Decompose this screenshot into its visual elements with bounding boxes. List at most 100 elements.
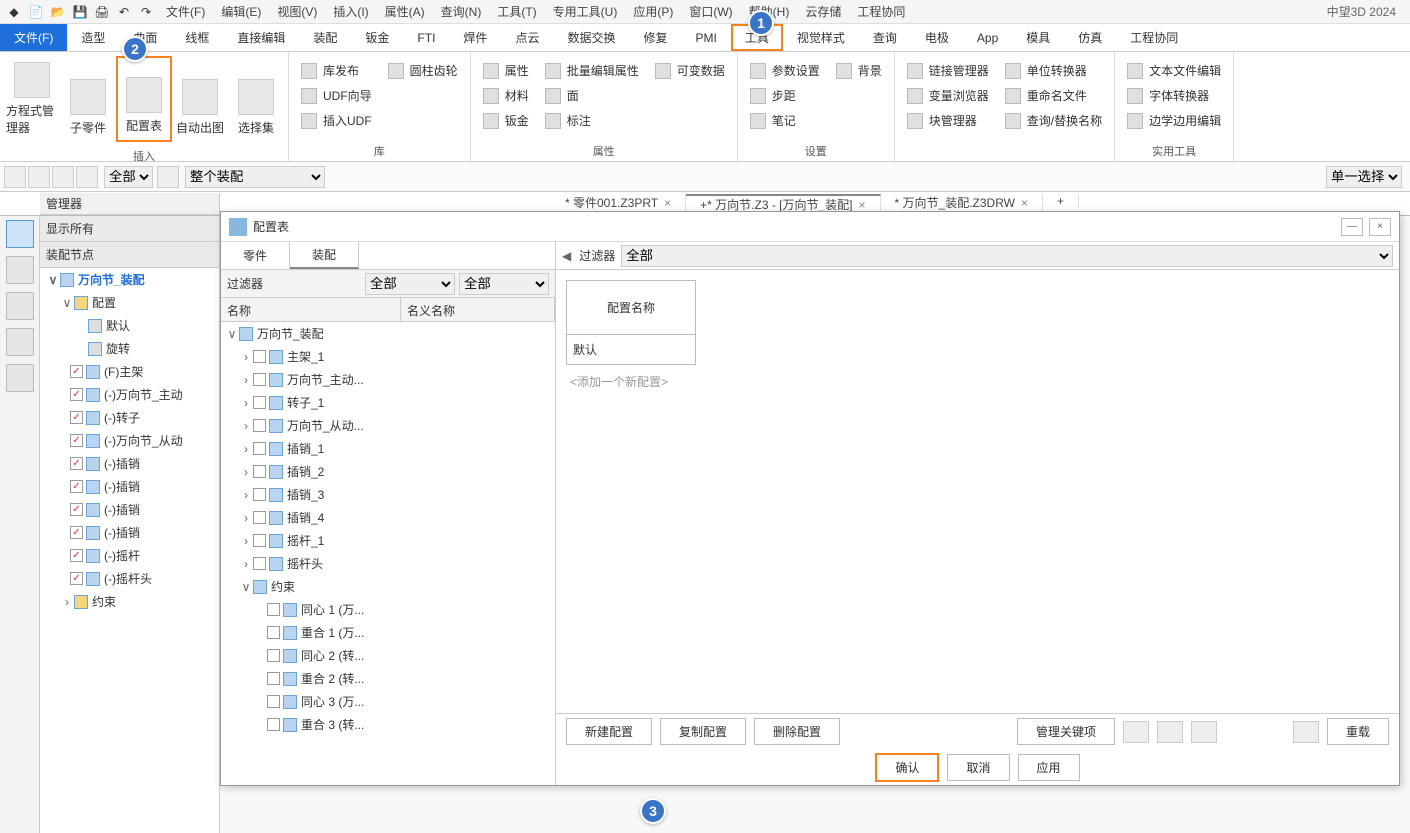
btn-param-set[interactable]: 参数设置 <box>748 58 822 83</box>
cfg-add-hint[interactable]: <添加一个新配置> <box>566 365 1389 398</box>
checkbox[interactable] <box>253 396 266 409</box>
tree-part[interactable]: ✓(-)摇杆头 <box>40 567 219 590</box>
btn-list-icon[interactable] <box>1157 721 1183 743</box>
btn-gear[interactable]: 圆柱齿轮 <box>386 58 460 83</box>
checkbox[interactable]: ✓ <box>70 365 83 378</box>
tree-config[interactable]: ∨配置 <box>40 291 219 314</box>
dlg-row[interactable]: 同心 1 (万... <box>221 598 555 621</box>
btn-subpart[interactable]: 子零件 <box>60 56 116 142</box>
checkbox[interactable] <box>267 626 280 639</box>
btn-apply[interactable]: 应用 <box>1018 754 1080 781</box>
checkbox[interactable] <box>267 603 280 616</box>
menu-query[interactable]: 查询(N) <box>433 3 490 20</box>
rtab-query[interactable]: 查询 <box>859 24 911 51</box>
tb-cursor-icon[interactable] <box>4 166 26 188</box>
tree-part[interactable]: ✓(-)万向节_从动 <box>40 429 219 452</box>
doc-tab-2[interactable]: * 万向节_装配.Z3DRW× <box>881 194 1043 211</box>
tree-part[interactable]: ✓(-)插销 <box>40 498 219 521</box>
menu-insert[interactable]: 插入(I) <box>325 3 376 20</box>
print-icon[interactable]: 🖨 <box>92 2 112 22</box>
checkbox[interactable] <box>267 695 280 708</box>
btn-face[interactable]: 面 <box>543 83 641 108</box>
tb-cube-icon[interactable] <box>157 166 179 188</box>
rtab-file[interactable]: 文件(F) <box>0 24 67 51</box>
btn-ok[interactable]: 确认 <box>875 753 939 782</box>
tree-cfg-rotate[interactable]: 旋转 <box>40 337 219 360</box>
redo-icon[interactable]: ↷ <box>136 2 156 22</box>
rtab-repair[interactable]: 修复 <box>629 24 681 51</box>
tree-part[interactable]: ✓(-)转子 <box>40 406 219 429</box>
btn-bg[interactable]: 背景 <box>834 58 884 83</box>
btn-delete-config[interactable]: 删除配置 <box>754 718 840 745</box>
rtab-electrode[interactable]: 电极 <box>911 24 963 51</box>
filter-sel2[interactable]: 全部 <box>459 273 549 295</box>
tree-cfg-default[interactable]: 默认 <box>40 314 219 337</box>
rtab-pointcloud[interactable]: 点云 <box>501 24 553 51</box>
checkbox[interactable]: ✓ <box>70 549 83 562</box>
subtab-assembly[interactable]: 装配 <box>290 242 359 269</box>
btn-annotate[interactable]: 标注 <box>543 108 641 133</box>
dlg-row[interactable]: ›插销_4 <box>221 506 555 529</box>
btn-unitconv[interactable]: 单位转换器 <box>1003 58 1104 83</box>
btn-manage-keys[interactable]: 管理关键项 <box>1017 718 1115 745</box>
checkbox[interactable]: ✓ <box>70 480 83 493</box>
checkbox[interactable] <box>253 557 266 570</box>
btn-config-table[interactable]: 配置表 <box>116 56 172 142</box>
checkbox[interactable] <box>253 350 266 363</box>
close-icon[interactable]: × <box>1021 196 1028 210</box>
checkbox[interactable] <box>253 534 266 547</box>
checkbox[interactable]: ✓ <box>70 572 83 585</box>
dlg-row[interactable]: ∨万向节_装配 <box>221 322 555 345</box>
tb-plus-icon[interactable] <box>28 166 50 188</box>
dlg-row[interactable]: 重合 3 (转... <box>221 713 555 736</box>
btn-reload[interactable]: 重载 <box>1327 718 1389 745</box>
tree-part[interactable]: ✓(-)插销 <box>40 521 219 544</box>
checkbox[interactable] <box>253 419 266 432</box>
btn-equation-mgr[interactable]: 方程式管理器 <box>4 56 60 142</box>
tb-minus-icon[interactable] <box>52 166 74 188</box>
dlg-row[interactable]: ›插销_1 <box>221 437 555 460</box>
dialog-title-bar[interactable]: 配置表 — × <box>221 212 1399 242</box>
dlg-row[interactable]: ›转子_1 <box>221 391 555 414</box>
checkbox[interactable] <box>253 488 266 501</box>
checkbox[interactable] <box>253 511 266 524</box>
rtab-mold[interactable]: 模具 <box>1012 24 1064 51</box>
btn-step[interactable]: 步距 <box>748 83 822 108</box>
rtab-pmi[interactable]: PMI <box>681 24 730 51</box>
menu-app[interactable]: 应用(P) <box>625 3 681 20</box>
checkbox[interactable]: ✓ <box>70 411 83 424</box>
btn-select-set[interactable]: 选择集 <box>228 56 284 142</box>
btn-fontconv[interactable]: 字体转换器 <box>1125 83 1223 108</box>
sel-single[interactable]: 单一选择 <box>1326 166 1402 188</box>
undo-icon[interactable]: ↶ <box>114 2 134 22</box>
btn-txtedit[interactable]: 文本文件编辑 <box>1125 58 1223 83</box>
btn-attr[interactable]: 属性 <box>481 58 531 83</box>
checkbox[interactable]: ✓ <box>70 388 83 401</box>
rtab-collab[interactable]: 工程协同 <box>1116 24 1192 51</box>
tree-root[interactable]: ∨万向节_装配 <box>40 268 219 291</box>
checkbox[interactable]: ✓ <box>70 434 83 447</box>
btn-batch-edit[interactable]: 批量编辑属性 <box>543 58 641 83</box>
checkbox[interactable] <box>253 465 266 478</box>
btn-rename[interactable]: 重命名文件 <box>1003 83 1104 108</box>
side-image-icon[interactable] <box>6 328 34 356</box>
rtab-assembly[interactable]: 装配 <box>299 24 351 51</box>
tree-part[interactable]: ✓(-)插销 <box>40 452 219 475</box>
btn-reload-icon[interactable] <box>1293 721 1319 743</box>
tree-part[interactable]: ✓(-)摇杆 <box>40 544 219 567</box>
side-hierarchy-icon[interactable] <box>6 256 34 284</box>
dlg-row[interactable]: 同心 2 (转... <box>221 644 555 667</box>
menu-window[interactable]: 窗口(W) <box>681 3 740 20</box>
tree-constraint[interactable]: ›约束 <box>40 590 219 613</box>
side-user-icon[interactable] <box>6 364 34 392</box>
rtab-model[interactable]: 造型 <box>67 24 119 51</box>
dlg-row[interactable]: ›摇杆_1 <box>221 529 555 552</box>
rtab-exchange[interactable]: 数据交换 <box>553 24 629 51</box>
rtab-fti[interactable]: FTI <box>403 24 449 51</box>
dlg-row[interactable]: ∨约束 <box>221 575 555 598</box>
btn-lib-publish[interactable]: 库发布 <box>299 58 374 83</box>
dlg-row[interactable]: ›插销_3 <box>221 483 555 506</box>
btn-new-config[interactable]: 新建配置 <box>566 718 652 745</box>
menu-view[interactable]: 视图(V) <box>269 3 325 20</box>
close-icon[interactable]: × <box>1369 218 1391 236</box>
